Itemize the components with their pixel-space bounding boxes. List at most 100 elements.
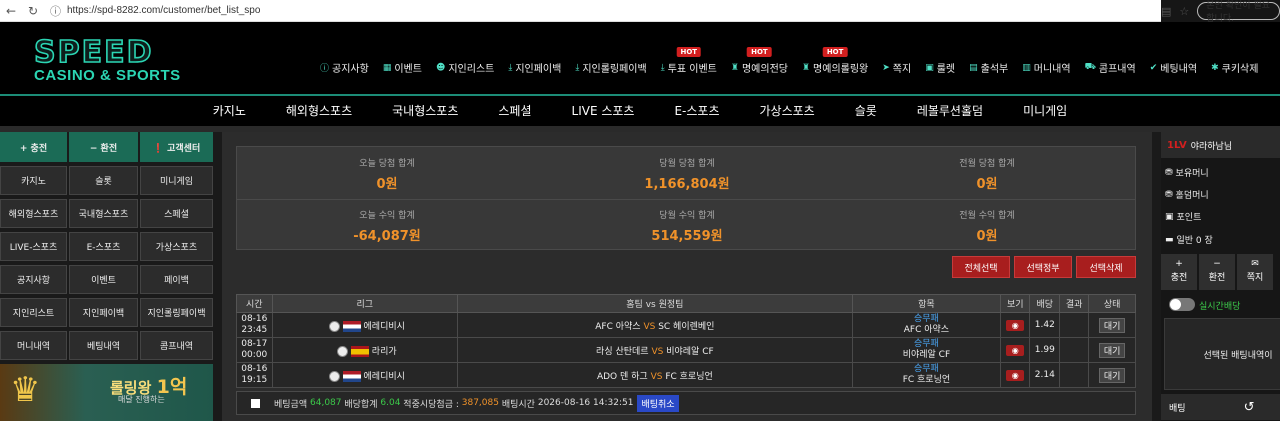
view-cell: ◉ [999,337,1031,363]
left-menu-item[interactable]: 공지사항 [0,265,67,294]
reset-icon[interactable]: ↺ [1244,400,1255,415]
balance-item: ⛃ 보유머니 [1165,167,1209,180]
top-menu-item[interactable]: ♜ 명예의전당 HOT [730,47,788,75]
user-actions: + 충전 − 환전 ✉ 쪽지 [1161,254,1280,290]
trophy-icon: ♜ [730,62,739,73]
rolling-king-banner[interactable]: ♛ 롤링왕 1억 매달 진행하는 [0,364,213,421]
site-info-icon[interactable]: ⓘ [50,3,61,19]
left-menu-item[interactable]: 카지노 [0,166,67,195]
select-calc-button[interactable]: 선택정부 [1014,256,1072,278]
top-menu-label: 콤프내역 [1098,64,1136,75]
top-menu-item[interactable]: ➤ 쪽지 [882,60,912,76]
top-menu-item[interactable]: ⤓ 지인롤링페이백 [575,60,646,76]
country-flag-icon [350,345,369,357]
left-top-button[interactable]: ❗ 고객센터 [140,132,213,162]
left-menu-item[interactable]: 지인리스트 [0,298,67,327]
identity-notice[interactable]: 본인 확인이 필요합니다. [1197,1,1280,24]
stat-label: 당월 당첨 합계 [659,159,715,169]
envelope-icon: ✉ [1251,259,1259,269]
left-menu-item[interactable]: 지인롤링페이백 [140,298,213,327]
left-menu-item[interactable]: 슬롯 [69,166,138,195]
top-menu-item[interactable]: ⓘ 공지사항 [320,60,369,75]
logo-sub: CASINO & SPORTS [34,67,181,84]
top-menu-item[interactable]: ▦ 이벤트 [383,60,422,76]
left-menu-item[interactable]: 스페셜 [140,199,213,228]
logo-main: SPEED [33,35,154,70]
select-checkbox[interactable] [251,398,260,408]
eye-icon[interactable]: ◉ [1006,319,1025,331]
top-menu-item[interactable]: ⛟ 콤프내역 [1085,60,1136,75]
bet-summary: 베팅금액 64,087 배당합계 6.04 적중시당첨금 : 387,085 배… [236,391,1136,415]
main-nav-item[interactable]: 해외형스포츠 [266,96,372,126]
view-cell: ◉ [999,312,1031,338]
main-nav-item[interactable]: E-스포츠 [654,96,739,126]
top-menu-label: 출석부 [980,64,1009,75]
reader-icon[interactable]: ▤ [1161,5,1171,18]
hot-badge: HOT [747,47,772,57]
match-cell: 라싱 산탄데르 VS 비야레알 CF [456,337,853,363]
reload-icon[interactable]: ↻ [22,4,44,18]
bet-time: 08-16 23:45 [236,312,273,338]
soccer-ball-icon [336,345,348,357]
withdraw-button[interactable]: − 환전 [1199,254,1235,290]
delete-selected-button[interactable]: 선택삭제 [1076,256,1136,278]
top-menu-item[interactable]: ⤓ 지인페이백 [508,60,561,76]
main-nav-item[interactable]: 레볼루션홀덤 [897,96,1003,126]
left-menu-item[interactable]: 이벤트 [69,265,138,294]
left-top-button[interactable]: + 충전 [0,132,67,162]
top-menu-label: 쪽지 [892,64,912,75]
attendance-icon: ▤ [969,62,978,73]
main-nav-item[interactable]: 미니게임 [1003,96,1087,126]
money-icon: ▥ [1022,62,1031,73]
left-menu-item[interactable]: 지인페이백 [69,298,138,327]
left-menu-item[interactable]: 해외형스포츠 [0,199,67,228]
pick-cell: 승무패 AFC 아약스 [851,312,1001,338]
top-menu-item[interactable]: ✔ 베팅내역 [1150,60,1197,76]
realtime-odds-toggle[interactable] [1169,298,1195,311]
message-button[interactable]: ✉ 쪽지 [1237,254,1273,290]
left-menu-item[interactable]: 국내형스포츠 [69,199,138,228]
left-menu-item[interactable]: 가상스포츠 [140,232,213,261]
back-icon[interactable]: ← [0,4,22,18]
select-all-button[interactable]: 전체선택 [952,256,1010,278]
odds-value: 2.14 [1029,362,1061,388]
top-menu-item[interactable]: ♜ 명예의롤링왕 HOT [802,47,868,75]
eye-icon[interactable]: ◉ [1006,369,1025,381]
left-menu-item[interactable]: 미니게임 [140,166,213,195]
deposit-button[interactable]: + 충전 [1161,254,1197,290]
main-nav-item[interactable]: 국내형스포츠 [372,96,478,126]
left-menu-item[interactable]: LIVE-스포츠 [0,232,67,261]
url-text[interactable]: https://spd-8282.com/customer/bet_list_s… [67,5,260,16]
cancel-bet-button[interactable]: 배팅취소 [637,394,679,412]
amount-value: 64,087 [310,398,342,408]
left-menu-item[interactable]: 페이백 [140,265,213,294]
main-nav-item[interactable]: 가상스포츠 [740,96,835,126]
top-menu-item[interactable]: ▣ 룰렛 [925,60,955,76]
bet-table: 시간 리그 홈팀 vs 원정팀 항목 보기 배당 결과 상태 08-16 23:45 에레디비시 A… [236,294,1136,388]
main-nav-item[interactable]: 카지노 [193,96,266,126]
top-menu-item[interactable]: ▤ 출석부 [969,60,1009,76]
left-menu-item[interactable]: 콤프내역 [140,331,213,360]
selected-bets-box: 선택된 배팅내역이 [1164,318,1280,390]
time-label: 배팅시간 [501,399,535,410]
stat-cell: 전월 당첨 합계 0원 [837,147,1137,199]
left-menu-item[interactable]: 베팅내역 [69,331,138,360]
league-cell: 라리가 [271,337,458,363]
speed-logo[interactable]: SPEED CASINO & SPORTS [33,35,181,84]
main-nav-item[interactable]: 슬롯 [835,96,897,126]
status-cell: 대기 [1088,312,1136,338]
eye-icon[interactable]: ◉ [1006,344,1025,356]
main-nav-item[interactable]: LIVE 스포츠 [552,96,655,126]
left-menu-item[interactable]: 머니내역 [0,331,67,360]
soccer-ball-icon [328,370,340,382]
top-menu: ⓘ 공지사항 ▦ 이벤트 ☻ 지인리스트 ⤓ 지인페이백 ⤓ 지인롤링페이백 ⤓ 투표 이벤트 HOT ♜… [320,47,1258,76]
left-top-button[interactable]: − 환전 [69,132,138,162]
star-icon[interactable]: ☆ [1179,5,1189,18]
top-menu-item[interactable]: ⤓ 투표 이벤트 HOT [661,47,717,75]
top-menu-item[interactable]: ☻ 지인리스트 [436,60,494,76]
main-nav-item[interactable]: 스페셜 [478,96,551,126]
top-menu-item[interactable]: ▥ 머니내역 [1022,60,1070,76]
status-badge: 대기 [1098,342,1126,358]
top-menu-item[interactable]: ✱ 쿠키삭제 [1211,60,1258,76]
left-menu-item[interactable]: E-스포츠 [69,232,138,261]
